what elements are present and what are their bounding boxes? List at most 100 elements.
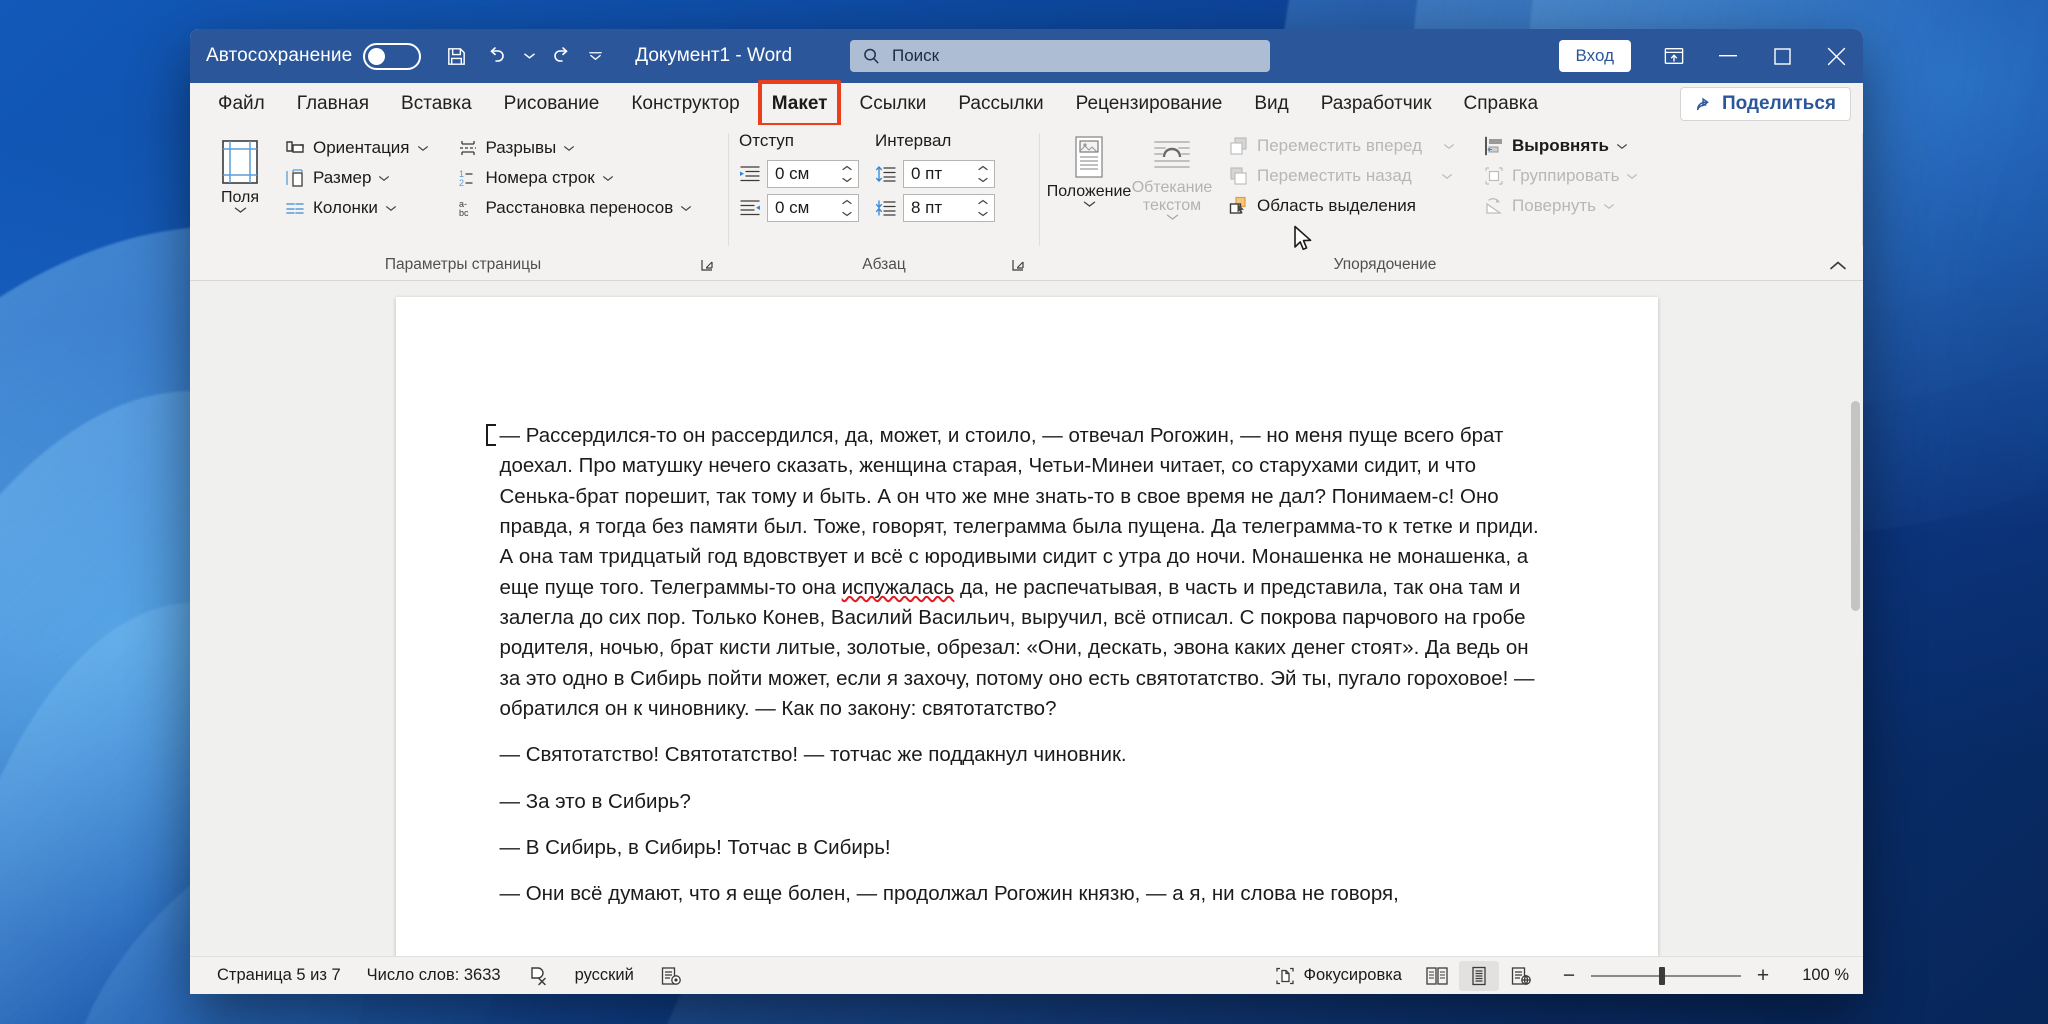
group-chevron-down-icon[interactable] [1626,173,1638,180]
tab-draw[interactable]: Рисование [488,83,616,125]
zoom-slider-thumb[interactable] [1659,966,1665,985]
proofing-errors-icon[interactable] [514,961,562,991]
page-setup-dialog-launcher[interactable] [698,256,716,274]
indent-left-stepper-up[interactable] [840,164,854,173]
customize-qat-icon[interactable] [583,37,607,75]
selection-pane-button[interactable]: Область выделения [1222,192,1461,220]
document-canvas[interactable]: — Рассердился-то он рассердился, да, мож… [190,281,1863,956]
tab-design[interactable]: Конструктор [615,83,755,125]
spacing-before-input[interactable]: 0 пт [903,160,995,188]
spacing-before-stepper-down[interactable] [976,176,990,185]
tab-file[interactable]: Файл [202,83,281,125]
size-button[interactable]: Размер [278,164,435,192]
search-input[interactable]: Поиск [850,40,1270,72]
document-page[interactable]: — Рассердился-то он рассердился, да, мож… [395,297,1658,956]
tab-developer[interactable]: Разработчик [1305,83,1448,125]
spacing-before-value: 0 пт [911,164,943,183]
spacing-before-stepper-up[interactable] [976,164,990,173]
misspelled-word[interactable]: испужалась [842,576,955,599]
read-mode-view-icon[interactable] [1417,961,1457,991]
margins-button[interactable]: Поля [208,135,272,214]
paragraph-dialog-launcher[interactable] [1009,256,1027,274]
zoom-out-button[interactable]: − [1557,963,1581,989]
columns-icon [284,197,306,219]
paragraph[interactable]: — Они всё думают, что я еще болен, — про… [500,879,1554,909]
collapse-ribbon-button[interactable] [1825,254,1851,276]
share-button[interactable]: Поделиться [1679,87,1851,121]
indent-right-stepper[interactable] [840,196,854,220]
paragraph[interactable]: — За это в Сибирь? [500,787,1554,817]
rotate-chevron-down-icon[interactable] [1603,203,1615,210]
bring-forward-button[interactable]: Переместить вперед [1222,132,1461,160]
tab-review[interactable]: Рецензирование [1060,83,1239,125]
bring-forward-chevron-down-icon[interactable] [1443,143,1455,150]
tab-references[interactable]: Ссылки [843,83,942,125]
web-layout-view-icon[interactable] [1501,961,1541,991]
breaks-chevron-down-icon[interactable] [563,145,575,152]
size-chevron-down-icon[interactable] [378,175,390,182]
save-icon[interactable] [437,37,475,75]
tab-home[interactable]: Главная [281,83,385,125]
zoom-level-label[interactable]: 100 % [1785,966,1849,985]
wrap-text-chevron-down-icon[interactable] [1166,213,1179,221]
position-button[interactable]: Положение [1047,131,1131,208]
sign-in-button[interactable]: Вход [1558,40,1631,72]
margins-chevron-down-icon[interactable] [234,206,247,214]
tab-view[interactable]: Вид [1238,83,1304,125]
hyphenation-button[interactable]: a- bc Расстановка переносов [451,194,699,222]
indent-right-stepper-up[interactable] [840,198,854,207]
ribbon-display-options-icon[interactable] [1647,29,1701,83]
indent-left-stepper-down[interactable] [840,176,854,185]
columns-chevron-down-icon[interactable] [385,205,397,212]
spacing-after-input[interactable]: 8 пт [903,194,995,222]
print-layout-view-icon[interactable] [1459,960,1499,991]
align-chevron-down-icon[interactable] [1616,143,1628,150]
word-count[interactable]: Число слов: 3633 [354,961,514,991]
zoom-slider[interactable] [1591,966,1741,985]
language-indicator[interactable]: русский [562,961,647,991]
maximize-icon[interactable] [1755,29,1809,83]
spacing-before-stepper[interactable] [976,162,990,186]
line-numbers-chevron-down-icon[interactable] [602,175,614,182]
send-backward-chevron-down-icon[interactable] [1441,173,1453,180]
indent-left-input[interactable]: 0 см [767,160,859,188]
undo-dropdown-chevron-down-icon[interactable] [517,37,541,75]
wrap-text-button[interactable]: Обтекание текстом [1130,131,1214,221]
document-body[interactable]: — Рассердился-то он рассердился, да, мож… [485,297,1554,910]
paragraph[interactable]: — В Сибирь, в Сибирь! Тотчас в Сибирь! [500,833,1554,863]
autosave-toggle[interactable] [363,42,422,70]
group-button[interactable]: Группировать [1477,162,1644,190]
line-numbers-button[interactable]: 1 2 Номера строк [451,164,699,192]
tab-help[interactable]: Справка [1448,83,1555,125]
hyphenation-chevron-down-icon[interactable] [680,205,692,212]
position-chevron-down-icon[interactable] [1083,200,1096,208]
tab-mailings[interactable]: Рассылки [942,83,1059,125]
indent-right-stepper-down[interactable] [840,210,854,219]
spacing-after-stepper-down[interactable] [976,210,990,219]
minimize-icon[interactable] [1701,29,1755,83]
indent-right-input[interactable]: 0 см [767,194,859,222]
zoom-in-button[interactable]: + [1751,963,1775,989]
undo-icon[interactable] [477,37,515,75]
redo-icon[interactable] [543,37,581,75]
align-button[interactable]: Выровнять [1477,132,1644,160]
page-indicator[interactable]: Страница 5 из 7 [204,961,354,991]
tab-layout[interactable]: Макет [756,80,844,127]
focus-mode-button[interactable]: Фокусировка [1262,961,1415,991]
close-icon[interactable] [1809,29,1863,83]
indent-left-stepper[interactable] [840,162,854,186]
paragraph[interactable]: — Святотатство! Святотатство! — тотчас ж… [500,740,1554,770]
breaks-button[interactable]: Разрывы [451,134,699,162]
tab-insert[interactable]: Вставка [385,83,488,125]
send-backward-button[interactable]: Переместить назад [1222,162,1461,190]
vertical-scrollbar[interactable] [1848,281,1863,956]
rotate-button[interactable]: Повернуть [1477,192,1644,220]
spacing-after-stepper[interactable] [976,196,990,220]
orientation-button[interactable]: Ориентация [278,134,435,162]
orientation-chevron-down-icon[interactable] [417,145,429,152]
columns-button[interactable]: Колонки [278,194,435,222]
accessibility-icon[interactable] [647,961,695,991]
paragraph[interactable]: — Рассердился-то он рассердился, да, мож… [485,421,1554,724]
vertical-scrollbar-thumb[interactable] [1851,401,1860,611]
spacing-after-stepper-up[interactable] [976,198,990,207]
